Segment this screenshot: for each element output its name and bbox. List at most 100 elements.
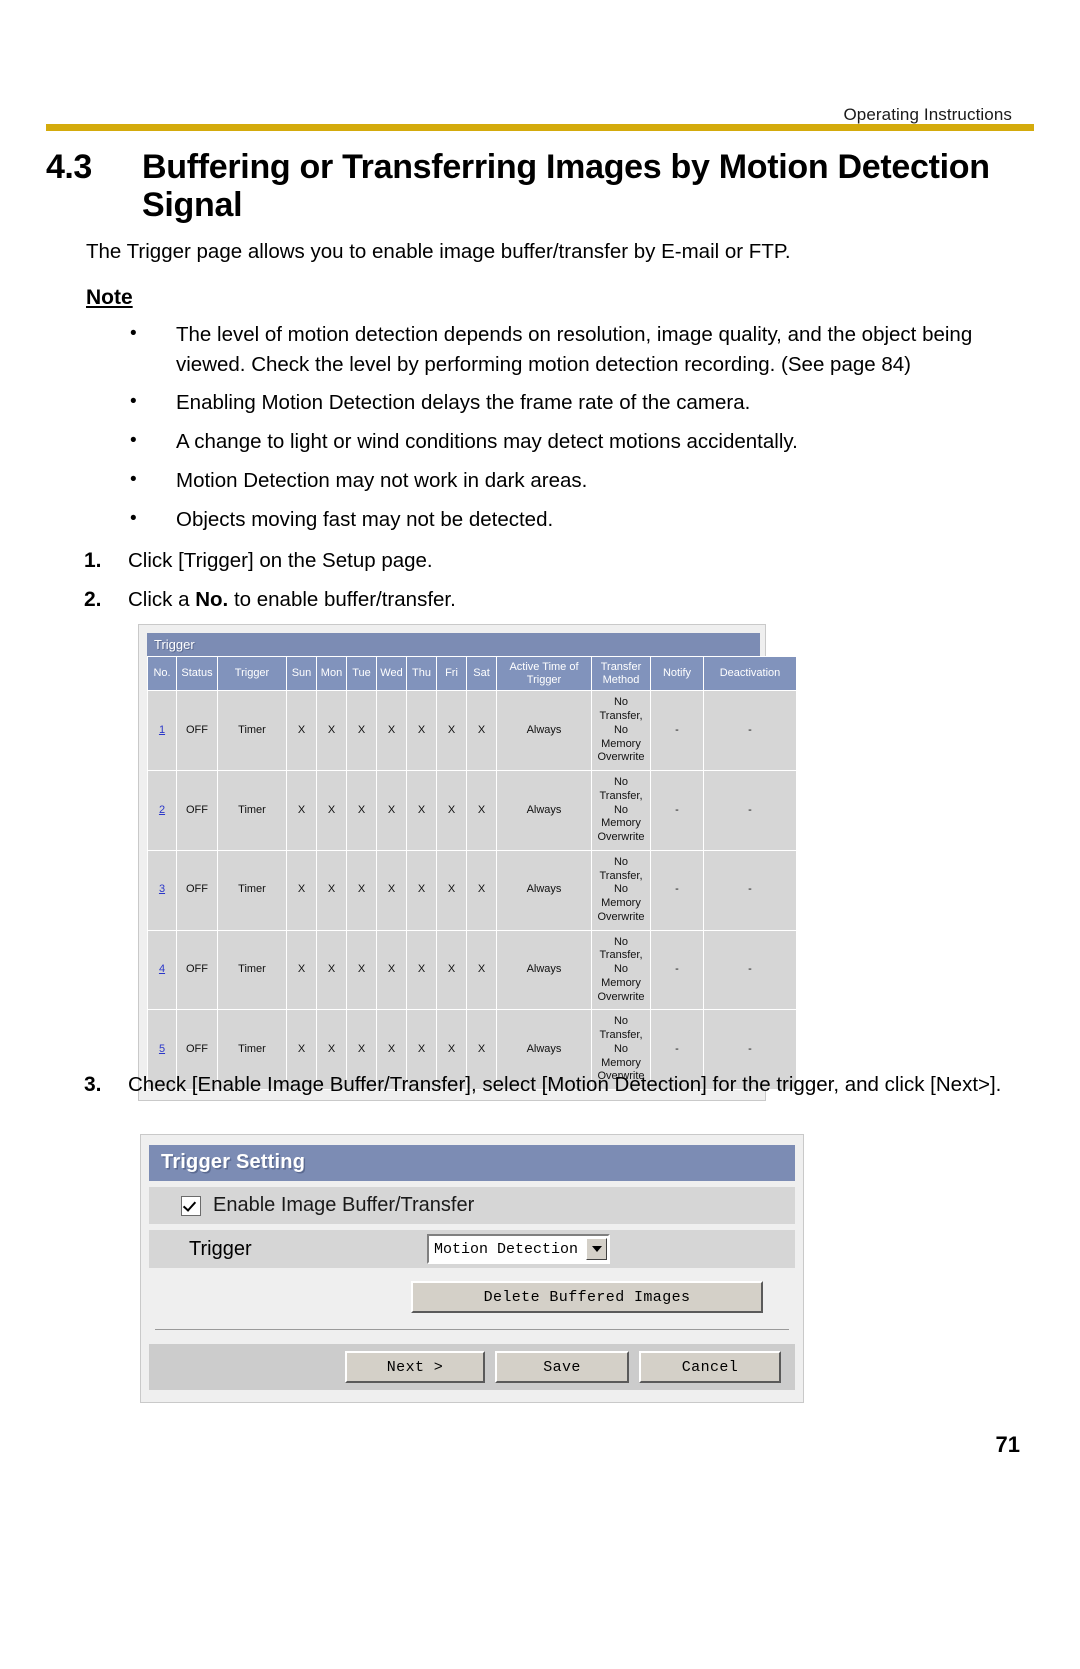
cell-status: OFF [176,849,218,931]
cell-transfer-method: No Transfer, No Memory Overwrite [591,849,651,931]
cell-fri: X [436,770,467,851]
trigger-dropdown-value: Motion Detection [434,1240,579,1258]
cell-status: OFF [176,929,218,1011]
trigger-select-row: Trigger Motion Detection [149,1230,795,1268]
step-text-pre: Click a [128,587,196,611]
trigger-no-link[interactable]: 3 [159,883,165,895]
trigger-field-value-cell: Motion Detection [413,1230,795,1268]
step-text: Click a No. to enable buffer/transfer. [128,585,456,615]
cell-trigger: Timer [217,770,287,851]
trigger-setting-screenshot: Trigger Setting Enable Image Buffer/Tran… [140,1134,804,1403]
chevron-down-icon[interactable] [586,1238,608,1260]
trigger-list-screenshot: Trigger No. Status Trigger Sun Mon Tue W… [138,624,797,1102]
trigger-no-link[interactable]: 5 [159,1043,165,1055]
cancel-button[interactable]: Cancel [639,1351,781,1383]
note-list: • The level of motion detection depends … [128,320,1000,543]
page-number: 71 [995,1432,1020,1457]
enable-buffer-transfer-label: Enable Image Buffer/Transfer [213,1194,475,1216]
cell-wed: X [376,770,407,851]
list-item: • A change to light or wind conditions m… [128,427,1000,457]
bullet-icon: • [130,507,137,529]
cell-active-time: Always [496,929,592,1011]
bullet-icon: • [130,323,137,344]
cell-sun: X [286,849,317,931]
trigger-table: No. Status Trigger Sun Mon Tue Wed Thu F… [147,655,797,1091]
col-no: No. [147,655,177,692]
note-item-text: Motion Detection may not work in dark ar… [176,468,588,492]
trigger-field-label: Trigger [149,1230,413,1268]
step-text: Check [Enable Image Buffer/Transfer], se… [128,1073,1002,1096]
step-number: 1. [84,549,102,572]
cell-active-time: Always [496,690,592,772]
table-row: 4 OFF Timer X X X X X X X Always No Tran… [147,929,797,1011]
cell-thu: X [406,849,437,931]
trigger-no-link[interactable]: 4 [159,963,165,975]
step-1: 1. Click [Trigger] on the Setup page. [84,546,1010,576]
trigger-no-link[interactable]: 2 [159,804,165,816]
step-list-top: 1. Click [Trigger] on the Setup page. 2.… [84,546,1010,624]
dialog-footer: Next > Save Cancel [149,1344,795,1390]
trigger-dropdown[interactable]: Motion Detection [427,1234,611,1264]
col-wed: Wed [376,655,407,692]
trigger-setting-title: Trigger Setting [149,1145,795,1181]
cell-status: OFF [176,690,218,772]
note-item-text: Enabling Motion Detection delays the fra… [176,391,751,415]
col-tue: Tue [346,655,377,692]
cell-transfer-method: No Transfer, No Memory Overwrite [591,770,651,851]
section-heading: 4.3 Buffering or Transferring Images by … [46,148,1020,224]
cell-no[interactable]: 4 [147,929,177,1011]
cell-thu: X [406,929,437,1011]
cell-fri: X [436,929,467,1011]
cell-active-time: Always [496,770,592,851]
enable-buffer-transfer-checkbox[interactable] [181,1195,201,1216]
next-button[interactable]: Next > [345,1351,485,1383]
step-text: Click [Trigger] on the Setup page. [128,549,433,572]
cell-notify: - [650,770,704,851]
trigger-no-link[interactable]: 1 [159,724,165,736]
save-button[interactable]: Save [495,1351,629,1383]
cell-sat: X [466,690,497,772]
cell-mon: X [316,690,347,772]
cell-wed: X [376,849,407,931]
cell-transfer-method: No Transfer, No Memory Overwrite [591,690,651,772]
bullet-icon: • [130,468,137,490]
header-rule [46,124,1034,131]
step-number: 2. [84,587,102,611]
cell-mon: X [316,849,347,931]
cell-sun: X [286,929,317,1011]
col-active-time: Active Time of Trigger [496,655,592,692]
cell-wed: X [376,929,407,1011]
cell-no[interactable]: 2 [147,770,177,851]
cell-tue: X [346,690,377,772]
cell-tue: X [346,770,377,851]
section-title: Buffering or Transferring Images by Moti… [142,148,990,225]
cell-no[interactable]: 3 [147,849,177,931]
col-thu: Thu [406,655,437,692]
trigger-panel-title: Trigger [147,633,760,656]
document-page: Operating Instructions 4.3 Buffering or … [0,0,1080,1669]
cell-no[interactable]: 1 [147,690,177,772]
cell-mon: X [316,770,347,851]
note-item-text: Objects moving fast may not be detected. [176,507,554,531]
cell-thu: X [406,690,437,772]
cell-thu: X [406,770,437,851]
list-item: • Enabling Motion Detection delays the f… [128,388,1000,418]
delete-buffered-images-button[interactable]: Delete Buffered Images [411,1281,763,1313]
table-row: 1 OFF Timer X X X X X X X Always No Tran… [147,690,797,772]
note-item-text: A change to light or wind conditions may… [176,430,798,454]
bullet-icon: • [130,391,137,413]
section-number: 4.3 [46,148,92,186]
cell-trigger: Timer [217,849,287,931]
cell-sun: X [286,770,317,851]
col-trigger: Trigger [217,655,287,692]
cell-deactivation: - [703,770,797,851]
cell-notify: - [650,849,704,931]
cell-sun: X [286,690,317,772]
cell-wed: X [376,690,407,772]
trigger-table-body: 1 OFF Timer X X X X X X X Always No Tran… [147,690,797,1091]
enable-buffer-transfer-row[interactable]: Enable Image Buffer/Transfer [149,1187,795,1224]
note-heading: Note [86,286,133,309]
cell-sat: X [466,849,497,931]
col-mon: Mon [316,655,347,692]
step-text-bold: No. [195,587,229,611]
